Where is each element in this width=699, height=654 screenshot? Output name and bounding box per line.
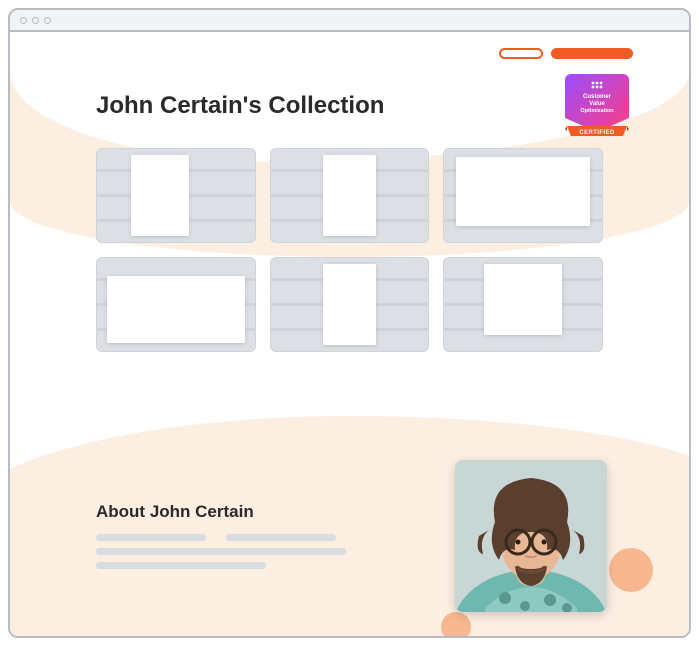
decorative-circle bbox=[609, 548, 653, 592]
about-section: About John Certain bbox=[96, 502, 396, 576]
decorative-circle bbox=[441, 612, 471, 636]
page-viewport: Customer Value Optimization CERTIFIED Jo… bbox=[10, 32, 689, 636]
nav-button-primary[interactable] bbox=[551, 48, 633, 59]
top-nav-buttons bbox=[499, 48, 633, 59]
collection-card[interactable] bbox=[96, 148, 256, 243]
text-placeholder bbox=[96, 548, 346, 555]
window-control-dot[interactable] bbox=[32, 17, 39, 24]
main-content: John Certain's Collection bbox=[96, 92, 603, 352]
window-control-dot[interactable] bbox=[44, 17, 51, 24]
collection-grid bbox=[96, 148, 603, 352]
collection-card[interactable] bbox=[96, 257, 256, 352]
text-placeholder bbox=[226, 534, 336, 541]
page-title: John Certain's Collection bbox=[96, 92, 603, 120]
collection-card[interactable] bbox=[270, 148, 430, 243]
about-title: About John Certain bbox=[96, 502, 396, 522]
author-avatar bbox=[455, 460, 607, 612]
nav-button-outline[interactable] bbox=[499, 48, 543, 59]
collection-card[interactable] bbox=[270, 257, 430, 352]
text-placeholder bbox=[96, 562, 266, 569]
collection-card[interactable] bbox=[443, 257, 603, 352]
browser-tabbar bbox=[10, 10, 689, 32]
window-control-dot[interactable] bbox=[20, 17, 27, 24]
browser-frame: Customer Value Optimization CERTIFIED Jo… bbox=[8, 8, 691, 638]
collection-card[interactable] bbox=[443, 148, 603, 243]
text-placeholder bbox=[96, 534, 206, 541]
